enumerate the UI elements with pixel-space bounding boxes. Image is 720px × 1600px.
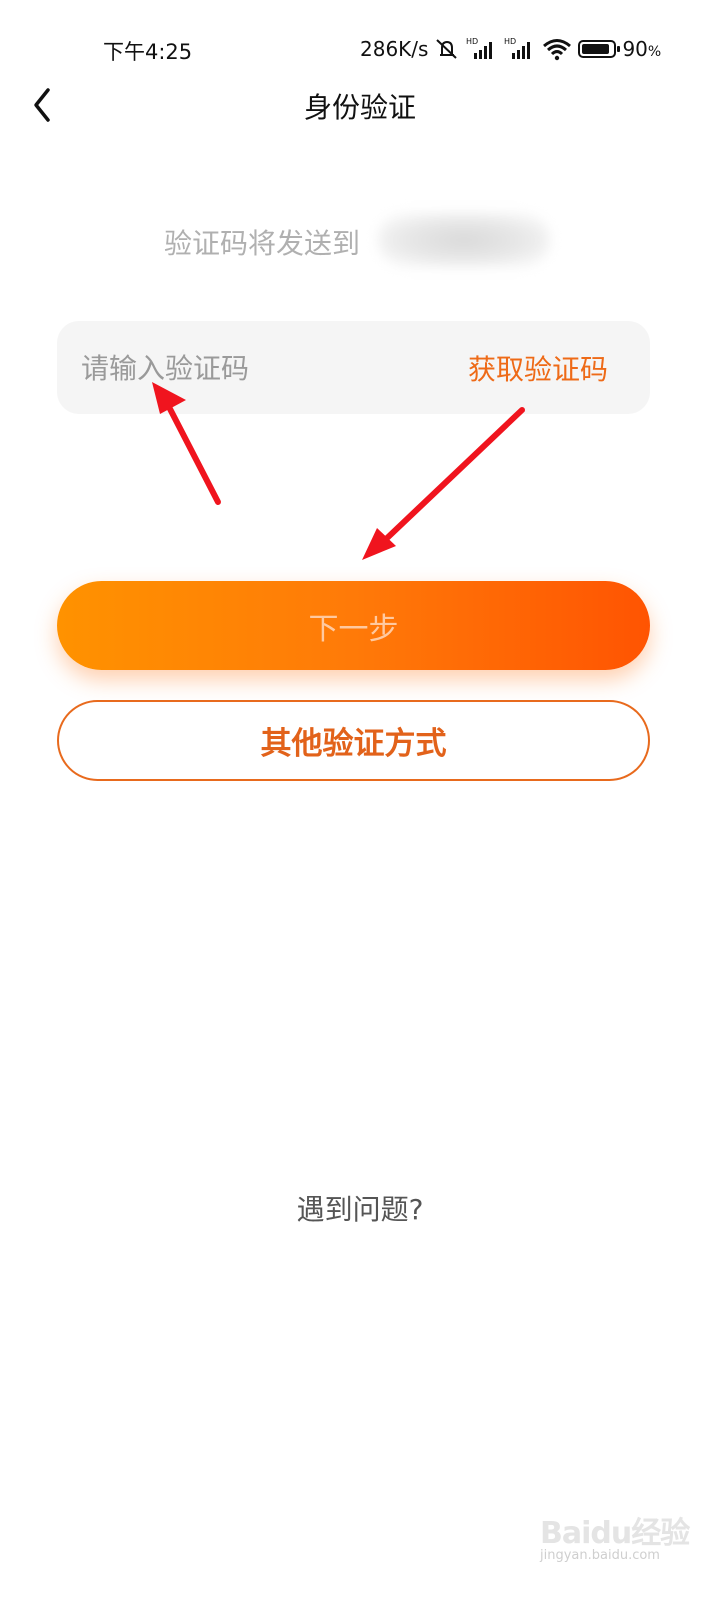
status-time: 下午4:25: [103, 40, 193, 64]
send-to-text: 验证码将发送到: [164, 227, 361, 260]
network-speed: 286K/s: [360, 37, 429, 61]
status-icons: 286K/s HD HD 90%: [360, 34, 661, 64]
watermark-url: jingyan.baidu.com: [540, 1548, 660, 1563]
wifi-icon: [543, 39, 572, 61]
hd-signal-icon: HD: [504, 37, 531, 59]
hd-signal-icon: HD: [466, 37, 493, 59]
code-input-box: 获取验证码: [57, 321, 650, 416]
arrow-to-next-icon: [362, 407, 525, 560]
battery-percent: 90%: [622, 37, 662, 61]
verification-code-input[interactable]: [79, 321, 443, 416]
page-title: 身份验证: [303, 91, 416, 124]
mute-icon: [436, 39, 458, 59]
get-code-button[interactable]: 获取验证码: [468, 348, 608, 388]
svg-text:HD: HD: [504, 37, 516, 46]
help-link[interactable]: 遇到问题?: [0, 1188, 720, 1228]
watermark-logo: Baidu经验: [540, 1516, 690, 1551]
other-methods-button[interactable]: 其他验证方式: [57, 700, 650, 781]
svg-text:HD: HD: [466, 37, 478, 46]
next-step-button[interactable]: 下一步: [57, 581, 650, 670]
battery-icon: [578, 40, 621, 58]
masked-phone-number: [378, 213, 550, 267]
